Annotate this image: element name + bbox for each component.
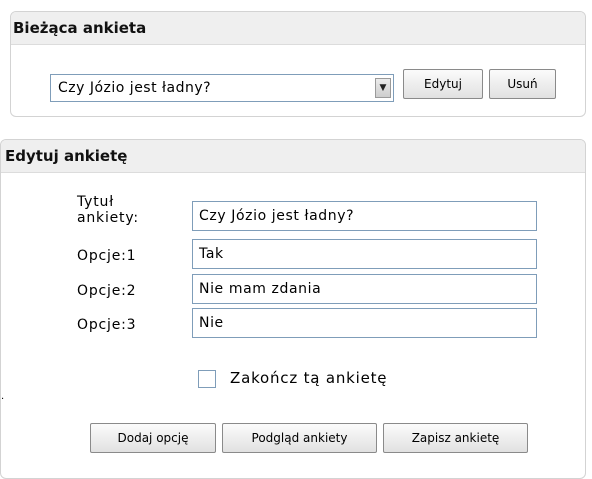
finish-poll-label: Zakończ tą ankietę: [230, 369, 388, 387]
option-1-label: Opcje:1: [77, 248, 137, 264]
option-3-input[interactable]: Nie: [192, 308, 537, 338]
poll-title-input-value: Czy Józio jest ładny?: [199, 208, 355, 224]
option-2-input-value: Nie mam zdania: [199, 281, 322, 297]
option-3-input-value: Nie: [199, 315, 224, 331]
save-poll-button[interactable]: Zapisz ankietę: [383, 423, 528, 453]
option-2-input[interactable]: Nie mam zdania: [192, 274, 537, 304]
option-1-input[interactable]: Tak: [192, 239, 537, 269]
poll-select-value: Czy Józio jest ładny?: [58, 80, 212, 96]
option-1-input-value: Tak: [199, 246, 224, 262]
finish-poll-checkbox[interactable]: [198, 370, 216, 388]
edit-button[interactable]: Edytuj: [403, 69, 483, 99]
delete-button[interactable]: Usuń: [489, 69, 556, 99]
poll-select[interactable]: Czy Józio jest ładny? ▼: [50, 74, 394, 102]
add-option-button[interactable]: Dodaj opcję: [90, 423, 216, 453]
edit-poll-header: Edytuj ankietę: [1, 140, 585, 173]
margin-dot: .: [1, 391, 5, 402]
option-3-label: Opcje:3: [77, 317, 137, 333]
poll-title-label-line1: Tytuł: [77, 194, 114, 210]
poll-title-input[interactable]: Czy Józio jest ładny?: [192, 201, 537, 231]
option-2-label: Opcje:2: [77, 283, 137, 299]
preview-poll-button[interactable]: Podgląd ankiety: [222, 423, 377, 453]
current-poll-header: Bieżąca ankieta: [11, 12, 585, 45]
poll-title-label-line2: ankiety:: [77, 210, 139, 226]
chevron-down-icon[interactable]: ▼: [375, 78, 391, 98]
